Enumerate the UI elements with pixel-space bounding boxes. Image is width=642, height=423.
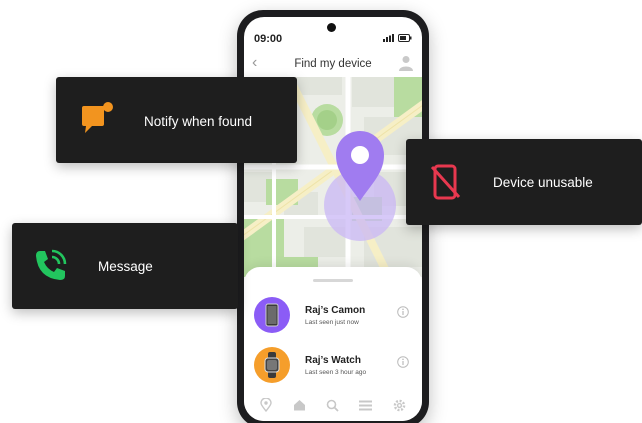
menu-icon[interactable] <box>359 400 373 411</box>
watch-icon <box>264 352 280 378</box>
avatar <box>254 297 290 333</box>
phone-call-icon <box>36 249 67 280</box>
device-unusable-card[interactable]: Device unusable <box>406 139 642 225</box>
device-name: Raj’s Watch <box>305 355 361 366</box>
avatar <box>254 347 290 383</box>
device-last-seen: Last seen 3 hour ago <box>305 369 367 376</box>
phone-icon <box>265 303 279 327</box>
search-icon[interactable] <box>326 399 339 412</box>
device-last-seen: Last seen just now <box>305 319 359 326</box>
battery-icon <box>398 34 412 42</box>
message-card[interactable]: Message <box>12 223 238 309</box>
front-camera <box>327 23 336 32</box>
device-name: Raj’s Camon <box>305 305 366 316</box>
notify-card[interactable]: Notify when found <box>56 77 297 163</box>
info-icon[interactable] <box>397 306 409 318</box>
user-icon[interactable] <box>399 55 413 71</box>
bottom-nav <box>244 393 422 417</box>
app-header: ‹ Find my device <box>244 53 422 77</box>
message-label: Message <box>98 259 153 274</box>
list-item[interactable]: Raj’s Camon Last seen just now <box>244 297 422 337</box>
home-icon[interactable] <box>293 399 306 411</box>
status-time: 09:00 <box>254 33 283 45</box>
sheet-handle[interactable] <box>313 279 353 282</box>
device-unusable-label: Device unusable <box>493 175 593 190</box>
signal-icon <box>383 34 394 42</box>
list-item[interactable]: Raj’s Watch Last seen 3 hour ago <box>244 347 422 387</box>
location-pin-icon[interactable] <box>260 398 272 412</box>
info-icon[interactable] <box>397 356 409 368</box>
notification-icon <box>82 102 113 133</box>
page-title: Find my device <box>294 58 372 70</box>
phone-off-icon <box>430 164 461 200</box>
settings-icon[interactable] <box>393 399 406 412</box>
notify-label: Notify when found <box>144 114 253 129</box>
status-icons <box>383 34 412 42</box>
